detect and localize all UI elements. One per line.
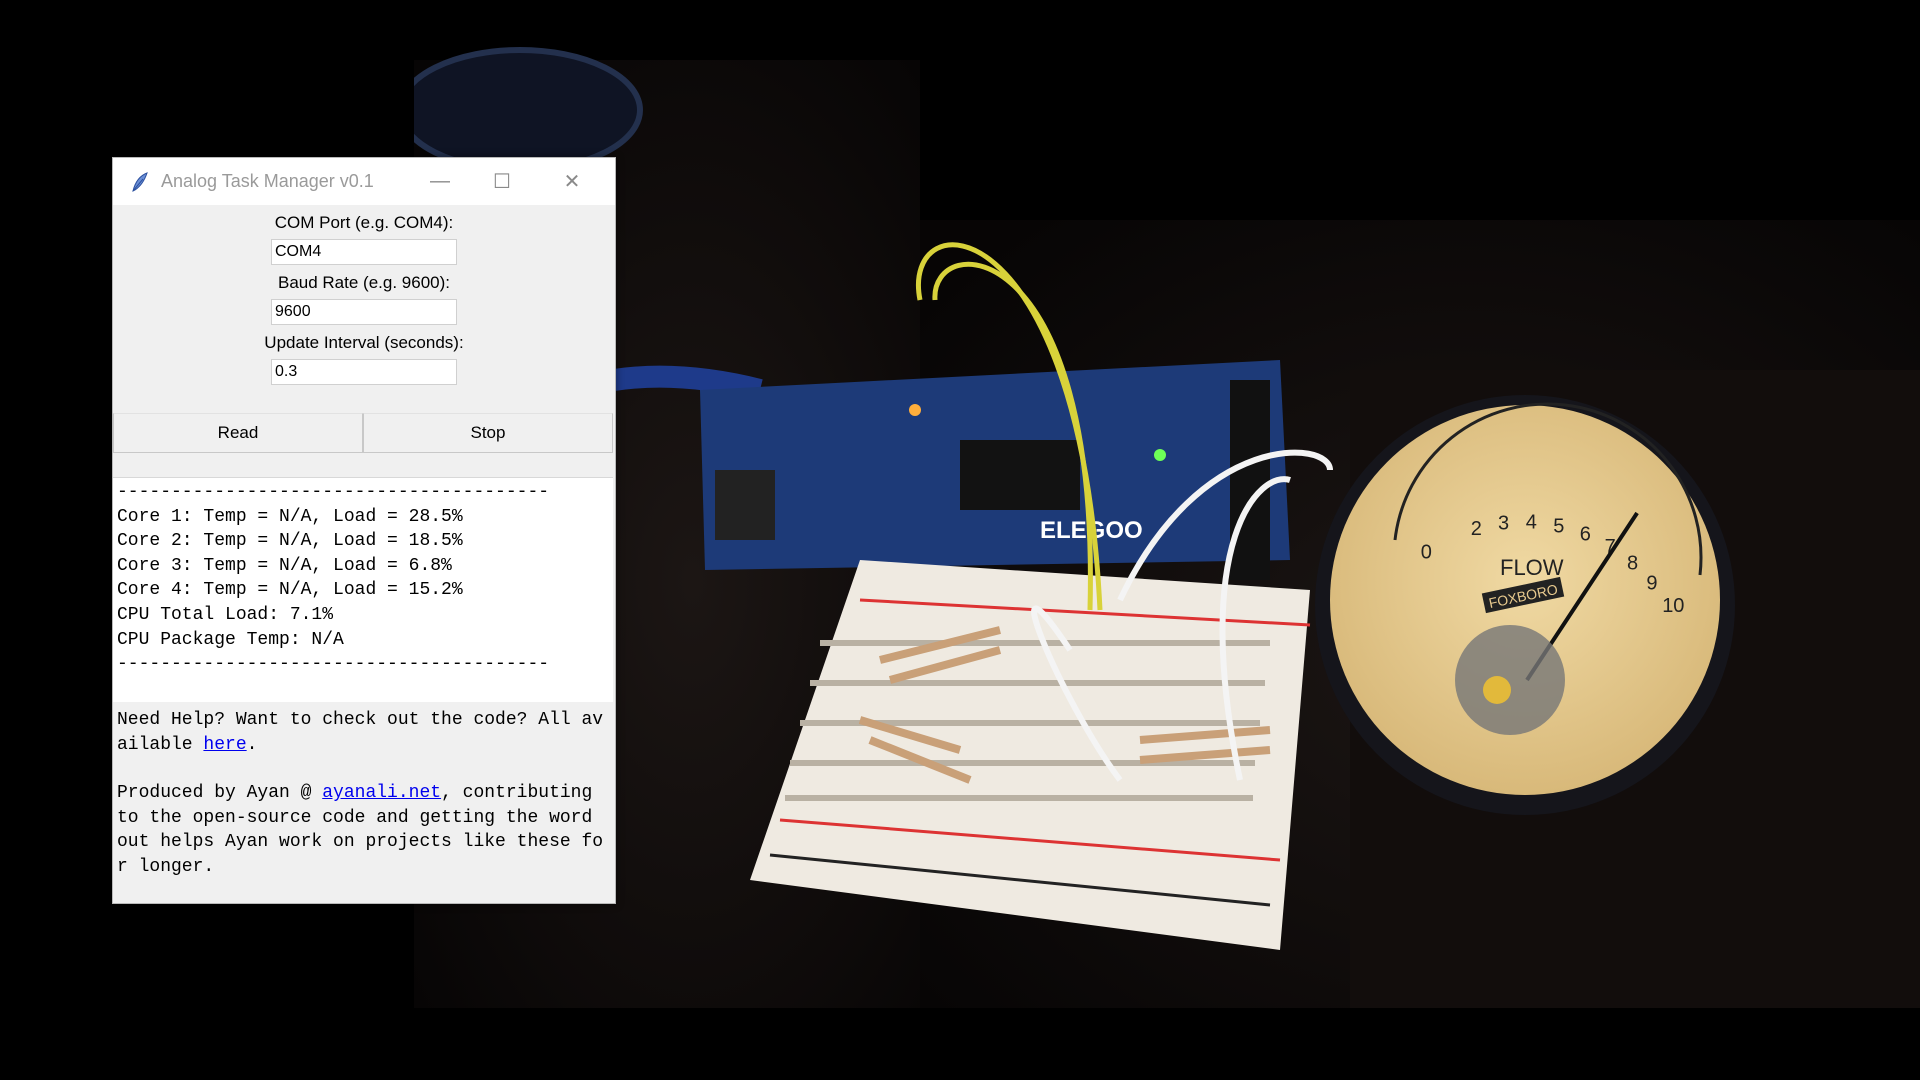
baud-rate-input[interactable] — [271, 299, 457, 325]
help-paragraph: Need Help? Want to check out the code? A… — [117, 708, 609, 757]
stop-button[interactable]: Stop — [363, 413, 613, 453]
microcontroller-chip — [960, 440, 1080, 510]
analog-meter: 02 3 4 5 678910 FLOW FOXBORO — [1315, 395, 1735, 815]
screen: ELEGOO 0 2 3 4 5 6 7 8 9 10 FLOW FOXBORO… — [0, 0, 1920, 1080]
title-bar[interactable]: Analog Task Manager v0.1 — ☐ ✕ — [113, 158, 615, 205]
credit-prefix: Produced by Ayan @ — [117, 783, 323, 804]
meter-scale-label: 6 — [1580, 524, 1591, 546]
core-4-line: Core 4: Temp = N/A, Load = 15.2% — [117, 580, 463, 601]
meter-scale-label: 0 — [1421, 542, 1432, 564]
hardware-photo: ELEGOO 02 3 4 5 678910 FLOW FOXBORO — [414, 47, 1920, 1008]
usb-cable — [612, 365, 763, 401]
ayanali-link[interactable]: ayanali.net — [322, 783, 441, 803]
status-led — [1154, 449, 1166, 461]
update-interval-label: Update Interval (seconds): — [264, 333, 464, 352]
meter-scale-label: 2 — [1471, 518, 1482, 540]
window-title: Analog Task Manager v0.1 — [161, 171, 374, 191]
cpu-total-load-line: CPU Total Load: 7.1% — [117, 604, 334, 625]
meter-label: FLOW — [1500, 555, 1564, 580]
cpu-package-temp-line: CPU Package Temp: N/A — [117, 629, 344, 650]
core-1-line: Core 1: Temp = N/A, Load = 28.5% — [117, 506, 463, 527]
help-end: . — [246, 734, 258, 755]
meter-scale-label: 4 — [1526, 512, 1537, 534]
baud-rate-label: Baud Rate (e.g. 9600): — [277, 273, 450, 292]
help-text: Need Help? Want to check out the code? A… — [117, 710, 604, 755]
feather-icon — [132, 171, 148, 192]
close-icon[interactable]: ✕ — [541, 158, 603, 205]
dc-jack — [715, 470, 775, 540]
header-pins — [1230, 380, 1270, 580]
minimize-icon[interactable]: — — [409, 158, 471, 205]
cable-shadow — [414, 47, 643, 173]
meter-scale-label: 3 — [1498, 512, 1509, 534]
meter-scale-label: 9 — [1646, 572, 1657, 594]
com-port-label: COM Port (e.g. COM4): — [274, 213, 454, 232]
info-panel: Need Help? Want to check out the code? A… — [113, 702, 613, 903]
meter-scale-label: 8 — [1627, 552, 1638, 574]
separator-bottom: ---------------------------------------- — [117, 654, 550, 675]
meter-scale-label: 5 — [1553, 515, 1564, 537]
help-link[interactable]: here — [203, 735, 246, 755]
settings-form: COM Port (e.g. COM4): Baud Rate (e.g. 96… — [113, 205, 615, 391]
separator-top: ---------------------------------------- — [117, 482, 550, 502]
read-button[interactable]: Read — [113, 413, 363, 453]
button-row: Read Stop — [113, 413, 613, 453]
power-led — [909, 404, 921, 416]
update-interval-input[interactable] — [271, 359, 457, 385]
spacer-row — [113, 453, 613, 478]
meter-scale-label: 10 — [1662, 595, 1684, 617]
core-3-line: Core 3: Temp = N/A, Load = 6.8% — [117, 555, 452, 576]
maximize-icon[interactable]: ☐ — [471, 158, 533, 205]
credit-paragraph: Produced by Ayan @ ayanali.net, contribu… — [117, 781, 609, 879]
core-2-line: Core 2: Temp = N/A, Load = 18.5% — [117, 531, 463, 552]
output-textbox[interactable]: ----------------------------------------… — [113, 478, 613, 702]
app-window: Analog Task Manager v0.1 — ☐ ✕ COM Port … — [112, 157, 616, 904]
com-port-input[interactable] — [271, 239, 457, 265]
